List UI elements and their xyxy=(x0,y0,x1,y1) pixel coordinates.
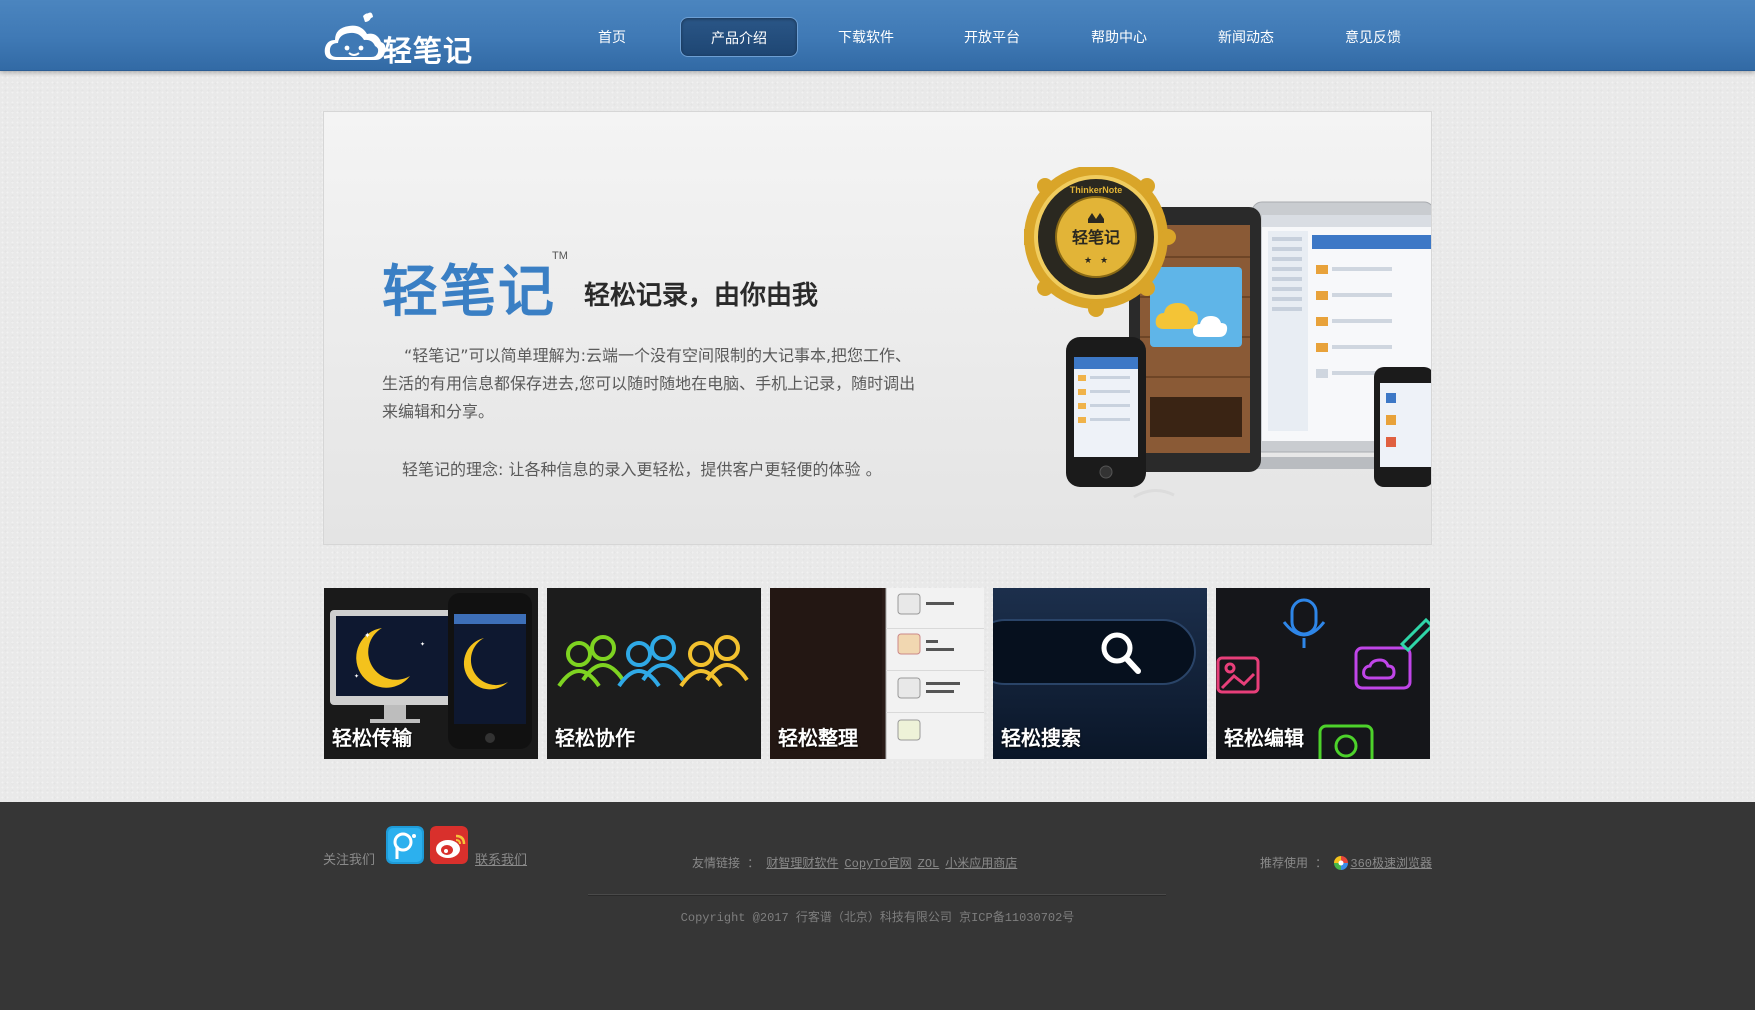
feature-tile-organize[interactable]: 轻松整理 xyxy=(770,588,984,759)
footer-divider xyxy=(588,894,1166,896)
banner-philosophy: 轻笔记的理念: 让各种信息的录入更轻松，提供客户更轻便的体验 。 xyxy=(402,460,882,479)
friend-link[interactable]: ZOL xyxy=(918,857,940,871)
logo-text: 轻笔记 xyxy=(383,34,474,68)
cloud-logo-icon xyxy=(324,12,385,60)
svg-text:✦: ✦ xyxy=(364,631,371,640)
follow-us-label: 关注我们 xyxy=(323,852,376,867)
feature-tile-edit[interactable]: 轻松编辑 xyxy=(1216,588,1430,759)
recommend-link[interactable]: 360极速浏览器 xyxy=(1350,857,1432,871)
friend-link[interactable]: 财智理财软件 xyxy=(766,857,838,871)
nav-item-home[interactable]: 首页 xyxy=(553,17,671,57)
banner-description: “轻笔记”可以简单理解为:云端一个没有空间限制的大记事本,把您工作、生活的有用信… xyxy=(382,346,916,421)
svg-text:★: ★ xyxy=(1084,256,1092,266)
svg-text:✦: ✦ xyxy=(354,673,359,680)
seal-text: 轻笔记 xyxy=(1072,228,1120,247)
feature-label: 轻松编辑 xyxy=(1224,726,1304,750)
feature-tile-collaborate[interactable]: 轻松协作 xyxy=(547,588,761,759)
friend-link[interactable]: CopyTo官网 xyxy=(844,857,911,871)
friend-links-label: 友情链接 ： xyxy=(692,857,760,871)
banner-slogan: 轻松记录，由你由我 xyxy=(584,281,819,311)
sina-weibo-icon[interactable] xyxy=(430,826,468,864)
feature-label: 轻松整理 xyxy=(778,726,858,750)
feature-label: 轻松传输 xyxy=(332,726,412,750)
recommend-section: 推荐使用 ： 360极速浏览器 xyxy=(1260,854,1432,871)
360-browser-icon xyxy=(1334,856,1349,870)
banner-title: 轻笔记 xyxy=(382,260,556,325)
feature-label: 轻松协作 xyxy=(555,726,635,750)
friend-link[interactable]: 小米应用商店 xyxy=(945,857,1017,871)
friend-links: 友情链接 ： 财智理财软件 CopyTo官网 ZOL 小米应用商店 xyxy=(692,854,1023,871)
nav-item-news[interactable]: 新闻动态 xyxy=(1187,17,1305,57)
feature-tile-search[interactable]: 轻松搜索 xyxy=(993,588,1207,759)
feature-label: 轻松搜索 xyxy=(1001,726,1081,750)
seal-ring-text: ThinkerNote xyxy=(1070,185,1123,195)
trademark-mark: TM xyxy=(552,250,568,262)
site-header: 轻笔记 首页 产品介绍 下载软件 开放平台 帮助中心 新闻动态 意见反馈 xyxy=(0,0,1755,71)
nav-item-product[interactable]: 产品介绍 xyxy=(680,17,798,57)
nav-item-open-platform[interactable]: 开放平台 xyxy=(933,17,1051,57)
svg-text:★: ★ xyxy=(1100,256,1108,266)
recommend-label: 推荐使用 ： xyxy=(1259,857,1328,871)
tencent-weibo-icon[interactable] xyxy=(386,826,424,864)
phone-icon xyxy=(1066,337,1146,487)
svg-text:✦: ✦ xyxy=(420,641,425,648)
nav-item-feedback[interactable]: 意见反馈 xyxy=(1314,17,1432,57)
feature-tile-transfer[interactable]: ✦ ✦ ✦ 轻松传输 xyxy=(324,588,538,759)
nav-item-help[interactable]: 帮助中心 xyxy=(1060,17,1178,57)
hero-banner: 轻笔记 TM 轻松记录，由你由我 “轻笔记”可以简单理解为:云端一个没有空间限制… xyxy=(323,111,1432,545)
nav-item-download[interactable]: 下载软件 xyxy=(807,17,925,57)
site-footer: 关注我们 联系我们 友情链接 ： 财智理财软件 CopyTo官网 ZOL 小米应用商店… xyxy=(0,802,1755,1010)
phone-icon xyxy=(1374,367,1431,487)
contact-us-link[interactable]: 联系我们 xyxy=(475,849,527,868)
devices-illustration: 轻笔记 ThinkerNote ★ ★ xyxy=(1024,167,1431,499)
site-logo[interactable]: 轻笔记 xyxy=(323,10,478,68)
copyright-text: Copyright @2017 行客谱（北京）科技有限公司 京ICP备11030… xyxy=(680,911,1075,925)
